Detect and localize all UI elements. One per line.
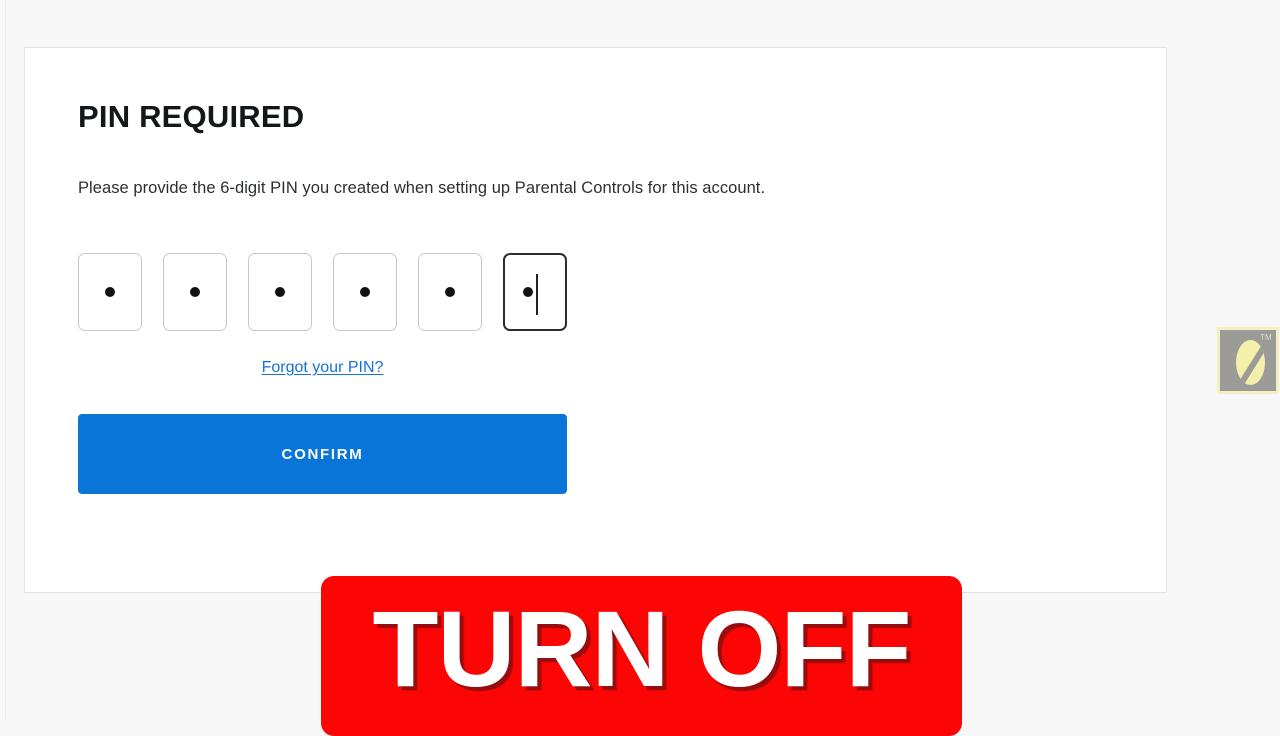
pin-dot-3: [275, 287, 285, 297]
pin-digit-box-6[interactable]: [503, 253, 567, 331]
trademark-mark: TM: [1259, 333, 1272, 342]
turn-off-label: TURN OFF: [372, 588, 912, 709]
watermark-slash-icon: [1236, 340, 1265, 385]
instructions-text: Please provide the 6-digit PIN you creat…: [78, 179, 766, 197]
text-caret: [536, 274, 538, 315]
pin-input-group[interactable]: [78, 199, 1126, 331]
turn-off-overlay-banner: TURN OFF: [321, 576, 962, 736]
watermark-oval-icon: [1236, 340, 1265, 385]
pin-dot-5: [445, 287, 455, 297]
page-gutter-line: [5, 0, 6, 720]
forgot-pin-link[interactable]: Forgot your PIN?: [262, 359, 384, 376]
confirm-button[interactable]: CONFIRM: [78, 414, 567, 494]
page-title: PIN REQUIRED: [78, 99, 305, 134]
pin-digit-box-4[interactable]: [333, 253, 397, 331]
pin-digit-box-1[interactable]: [78, 253, 142, 331]
pin-digit-box-2[interactable]: [163, 253, 227, 331]
pin-dot-4: [360, 287, 370, 297]
forgot-pin-row: Forgot your PIN?: [78, 331, 567, 378]
card-content: PIN REQUIRED Please provide the 6-digit …: [78, 100, 1126, 494]
pin-dot-6: [523, 287, 533, 297]
watermark-logo: TM: [1217, 327, 1279, 394]
pin-dot-2: [190, 287, 200, 297]
pin-required-card: PIN REQUIRED Please provide the 6-digit …: [24, 47, 1167, 593]
pin-digit-box-5[interactable]: [418, 253, 482, 331]
pin-dot-1: [105, 287, 115, 297]
pin-digit-box-3[interactable]: [248, 253, 312, 331]
